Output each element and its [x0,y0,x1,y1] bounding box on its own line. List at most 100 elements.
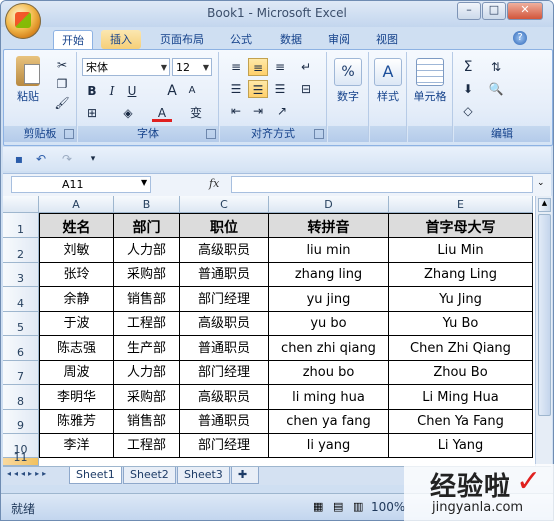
cut-icon[interactable]: ✂ [52,56,72,74]
office-button[interactable] [5,3,41,39]
scroll-up-icon[interactable]: ▲ [538,198,551,212]
table-header-cell[interactable]: 姓名 [39,213,114,238]
align-center-icon[interactable]: ☰ [248,80,268,98]
clipboard-launcher-icon[interactable] [64,129,74,139]
table-cell[interactable]: 销售部 [114,287,180,312]
table-cell[interactable]: 高级职员 [180,312,269,336]
table-cell[interactable]: li ming hua [269,385,389,410]
name-box[interactable]: A11 [11,176,151,193]
row-header-6[interactable]: 6 [3,336,39,361]
table-cell[interactable]: 采购部 [114,263,180,287]
font-name-select[interactable]: 宋体 ▼ [82,58,170,76]
table-cell[interactable]: Liu Min [389,238,533,263]
chevron-down-icon[interactable]: ▼ [141,178,147,187]
tab-insert[interactable]: 插入 [101,30,141,49]
tab-view[interactable]: 视图 [367,30,407,49]
table-cell[interactable]: Li Ming Hua [389,385,533,410]
table-header-cell[interactable]: 转拼音 [269,213,389,238]
clear-icon[interactable]: ◇ [458,102,478,120]
italic-button[interactable]: I [102,82,122,100]
font-launcher-icon[interactable] [206,129,216,139]
table-cell[interactable]: 采购部 [114,385,180,410]
table-cell[interactable]: Li Yang [389,434,533,458]
table-cell[interactable]: 人力部 [114,361,180,385]
bold-button[interactable]: B [82,82,102,100]
close-button[interactable]: ✕ [507,2,543,20]
table-cell[interactable]: 高级职员 [180,238,269,263]
formula-input[interactable] [231,176,533,193]
table-cell[interactable]: 普通职员 [180,410,269,434]
align-middle-icon[interactable]: ≡ [248,58,268,76]
table-cell[interactable]: Chen Zhi Qiang [389,336,533,361]
table-cell[interactable]: 高级职员 [180,385,269,410]
table-cell[interactable]: 李明华 [39,385,114,410]
wrap-text-icon[interactable]: ↵ [296,58,316,76]
row-header-11[interactable]: 11 [3,451,39,466]
copy-icon[interactable]: ❐ [52,75,72,93]
table-cell[interactable]: 工程部 [114,312,180,336]
sheet-tab-2[interactable]: Sheet2 [123,467,176,484]
column-header-d[interactable]: D [269,196,389,213]
table-cell[interactable]: Yu Bo [389,312,533,336]
table-cell[interactable]: Zhang Ling [389,263,533,287]
shrink-font-button[interactable]: A [182,82,202,100]
tab-data[interactable]: 数据 [271,30,311,49]
orientation-icon[interactable]: ↗ [272,102,292,120]
redo-icon[interactable]: ↷ [57,150,77,168]
merge-center-icon[interactable]: ⊟ [296,80,316,98]
table-header-cell[interactable]: 职位 [180,213,269,238]
maximize-button[interactable]: □ [482,2,506,20]
table-cell[interactable]: 张玲 [39,263,114,287]
column-header-a[interactable]: A [39,196,114,213]
table-cell[interactable]: 部门经理 [180,361,269,385]
table-cell[interactable]: 陈志强 [39,336,114,361]
cells-button[interactable]: 单元格 [410,58,450,104]
row-header-4[interactable]: 4 [3,287,39,312]
table-cell[interactable]: 人力部 [114,238,180,263]
page-break-view-icon[interactable]: ▥ [353,500,363,513]
undo-icon[interactable]: ↶ [31,150,51,168]
vertical-scrollbar[interactable]: ▲ [535,196,552,466]
phonetic-button[interactable]: 变 [186,104,206,122]
fill-color-icon[interactable]: ◈ [118,104,138,122]
tab-formulas[interactable]: 公式 [221,30,261,49]
align-right-icon[interactable]: ☰ [270,80,290,98]
scroll-thumb[interactable] [538,214,551,416]
format-painter-icon[interactable]: 🖌 [52,94,72,112]
table-cell[interactable]: chen zhi qiang [269,336,389,361]
table-cell[interactable]: 销售部 [114,410,180,434]
decrease-indent-icon[interactable]: ⇤ [226,102,246,120]
page-layout-view-icon[interactable]: ▤ [333,500,343,513]
table-cell[interactable]: 刘敏 [39,238,114,263]
table-cell[interactable]: liu min [269,238,389,263]
column-header-e[interactable]: E [389,196,533,213]
increase-indent-icon[interactable]: ⇥ [248,102,268,120]
table-header-cell[interactable]: 首字母大写 [389,213,533,238]
save-icon[interactable]: ▪ [9,150,29,168]
sheet-nav-icons[interactable]: ◂◂◂▸▸▸ [7,469,49,478]
row-header-5[interactable]: 5 [3,312,39,336]
column-header-c[interactable]: C [180,196,269,213]
help-icon[interactable]: ? [513,31,527,45]
table-cell[interactable]: Yu Jing [389,287,533,312]
table-header-cell[interactable]: 部门 [114,213,180,238]
table-cell[interactable]: yu bo [269,312,389,336]
sheet-tab-3[interactable]: Sheet3 [177,467,230,484]
styles-button[interactable]: A 样式 [372,58,404,104]
font-color-button[interactable]: A [152,104,172,122]
row-header-8[interactable]: 8 [3,385,39,410]
table-cell[interactable]: 普通职员 [180,263,269,287]
table-cell[interactable]: 生产部 [114,336,180,361]
number-format-button[interactable]: % 数字 [332,58,364,104]
insert-sheet-icon[interactable]: ✚ [231,467,259,484]
align-top-icon[interactable]: ≡ [226,58,246,76]
autosum-button[interactable]: Σ [458,58,478,76]
table-cell[interactable]: zhang ling [269,263,389,287]
table-cell[interactable]: zhou bo [269,361,389,385]
font-size-select[interactable]: 12 ▼ [172,58,212,76]
underline-button[interactable]: U [122,82,142,100]
tab-page-layout[interactable]: 页面布局 [151,30,213,49]
worksheet-grid[interactable]: ABCDE 1 2 3 4 5 6 7 8 9 10 11 姓名 部门 职位 转拼音 首字母大写 刘敏 人力部高… [3,196,535,466]
row-header-1[interactable]: 1 [3,213,39,238]
table-cell[interactable]: li yang [269,434,389,458]
